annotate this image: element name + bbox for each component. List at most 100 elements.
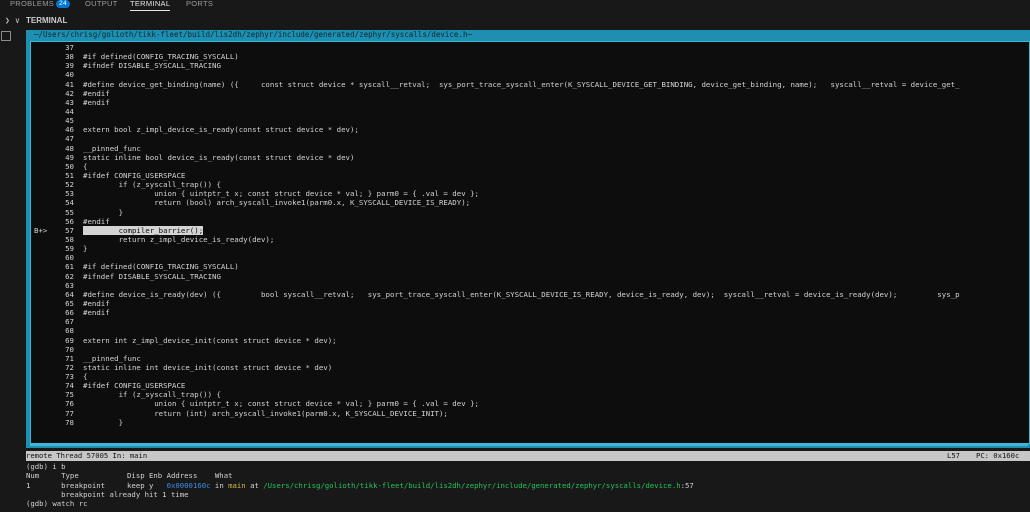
line-text: extern int z_impl_device_init(const stru…: [83, 335, 337, 345]
line-text: compiler_barrier();: [83, 225, 204, 235]
line-number: 63: [65, 280, 74, 290]
line-number: 70: [65, 344, 74, 354]
source-line: 55 }: [34, 208, 1026, 217]
line-number: 57: [65, 225, 74, 235]
source-line: 38 #if defined(CONFIG_TRACING_SYSCALL): [34, 52, 1026, 61]
bp-path: /Users/chrisg/golioth/tikk-fleet/build/l…: [263, 480, 681, 490]
line-number: 46: [65, 125, 74, 135]
line-number: 78: [65, 417, 74, 427]
source-line: 67: [34, 317, 1026, 326]
terminal-panel-icon[interactable]: [1, 31, 11, 41]
bp-at-text: at: [245, 480, 264, 490]
line-number: 44: [65, 106, 74, 116]
line-number: 75: [65, 390, 74, 400]
source-line: 59}: [34, 244, 1026, 253]
source-line: 51 #ifdef CONFIG_USERSPACE: [34, 171, 1026, 180]
line-number: 37: [65, 43, 74, 52]
tab-ports-label: PORTS: [186, 0, 214, 8]
line-number: 66: [65, 308, 74, 318]
bp-info: 1 breakpoint keep y: [26, 480, 167, 490]
line-number: 41: [65, 79, 74, 89]
line-text: if (z_syscall_trap()) {: [83, 390, 221, 400]
line-number: 55: [65, 207, 74, 217]
source-line: 52 if (z_syscall_trap()) {: [34, 180, 1026, 189]
source-line: 53 union { uintptr_t x; const struct dev…: [34, 189, 1026, 198]
line-number: 74: [65, 381, 74, 391]
line-text: #ifdef CONFIG_USERSPACE: [83, 381, 186, 391]
source-line: 64 #define device_is_ready(dev) ({ bool s…: [34, 290, 1026, 299]
line-text: #define device_is_ready(dev) ({ bool sys…: [83, 289, 960, 299]
line-number: 69: [65, 335, 74, 345]
source-file-path-text: /Users/chrisg/golioth/tikk-fleet/build/l…: [38, 30, 468, 39]
source-line: 65 #endif: [34, 299, 1026, 308]
chevron-right-icon[interactable]: ❯: [5, 14, 10, 28]
source-line: 49 static inline bool device_is_ready(con…: [34, 153, 1026, 162]
source-line: 69 extern int z_impl_device_init(const st…: [34, 336, 1026, 345]
line-number: 48: [65, 143, 74, 153]
tab-ports[interactable]: PORTS: [186, 0, 213, 10]
bp-in-text: in: [210, 480, 229, 490]
source-line: B+> 57 compiler_barrier();: [34, 225, 1026, 235]
line-number: 58: [65, 234, 74, 244]
source-line: 40: [34, 70, 1026, 79]
tab-output[interactable]: OUTPUT: [85, 0, 118, 10]
line-text: {: [83, 372, 88, 382]
line-number: 72: [65, 362, 74, 372]
source-line: 41 #define device_get_binding(name) ({ co…: [34, 80, 1026, 89]
line-number: 62: [65, 271, 74, 281]
tab-terminal[interactable]: TERMINAL: [130, 0, 171, 11]
line-text: }: [83, 244, 88, 254]
line-number: 61: [65, 262, 74, 272]
line-number: 71: [65, 353, 74, 363]
line-text: #endif: [83, 88, 110, 98]
line-number: 40: [65, 70, 74, 80]
thread-status: remote Thread 57005 In: main: [26, 451, 148, 460]
bp-function: main: [228, 480, 246, 490]
terminal-section-header[interactable]: ❯ ∨ TERMINAL: [0, 14, 1030, 28]
source-line: 50 {: [34, 162, 1026, 171]
source-line: 72 static inline int device_init(const st…: [34, 363, 1026, 372]
source-line: 43 #endif: [34, 98, 1026, 107]
chevron-down-icon[interactable]: ∨: [15, 14, 20, 28]
source-line: 44: [34, 107, 1026, 116]
line-number: 60: [65, 253, 74, 263]
line-number: 77: [65, 408, 74, 418]
line-number: 53: [65, 189, 74, 199]
source-line: 47: [34, 134, 1026, 143]
breakpoint-marker: B+>: [34, 225, 48, 235]
section-title: TERMINAL: [26, 16, 68, 25]
line-number: 42: [65, 88, 74, 98]
line-text: #ifndef DISABLE_SYSCALL_TRACING: [83, 271, 221, 281]
source-line: 60: [34, 253, 1026, 262]
source-window-bottom-border: [30, 444, 1028, 446]
line-text: return (int) arch_syscall_invoke1(parm0.…: [83, 408, 448, 418]
tab-output-label: OUTPUT: [85, 0, 118, 8]
source-line: 37: [34, 43, 1026, 52]
source-line: 70: [34, 345, 1026, 354]
line-text: __pinned_func: [83, 353, 141, 363]
tab-terminal-label: TERMINAL: [130, 0, 171, 8]
source-line: 58 return z_impl_device_is_ready(dev);: [34, 235, 1026, 244]
program-counter: PC: 0x160c: [976, 451, 1020, 460]
line-number: 49: [65, 152, 74, 162]
line-text: #if defined(CONFIG_TRACING_SYSCALL): [83, 262, 239, 272]
gdb-console[interactable]: (gdb) i b Num Type Disp Enb Address What…: [26, 462, 1030, 512]
current-line-highlight: compiler_barrier();: [83, 225, 204, 235]
source-line: 68: [34, 326, 1026, 335]
line-text: }: [83, 417, 124, 427]
line-text: #define device_get_binding(name) ({ cons…: [83, 79, 960, 89]
tab-problems[interactable]: PROBLEMS 24: [10, 0, 70, 10]
console-line: (gdb) watch rc: [26, 499, 88, 509]
line-text: union { uintptr_t x; const struct device…: [83, 189, 480, 199]
line-number: 68: [65, 326, 74, 336]
source-code-view[interactable]: 37 38 #if defined(CONFIG_TRACING_SYSCALL) 3…: [34, 43, 1026, 441]
source-line: 62 #ifndef DISABLE_SYSCALL_TRACING: [34, 272, 1026, 281]
line-text: #endif: [83, 216, 110, 226]
line-number: 38: [65, 52, 74, 62]
line-text: }: [83, 207, 124, 217]
source-line: 74 #ifdef CONFIG_USERSPACE: [34, 381, 1026, 390]
line-number: 73: [65, 372, 74, 382]
source-line: 46 extern bool z_impl_device_is_ready(con…: [34, 125, 1026, 134]
line-number: 51: [65, 170, 74, 180]
source-line: 39 #ifndef DISABLE_SYSCALL_TRACING: [34, 61, 1026, 70]
